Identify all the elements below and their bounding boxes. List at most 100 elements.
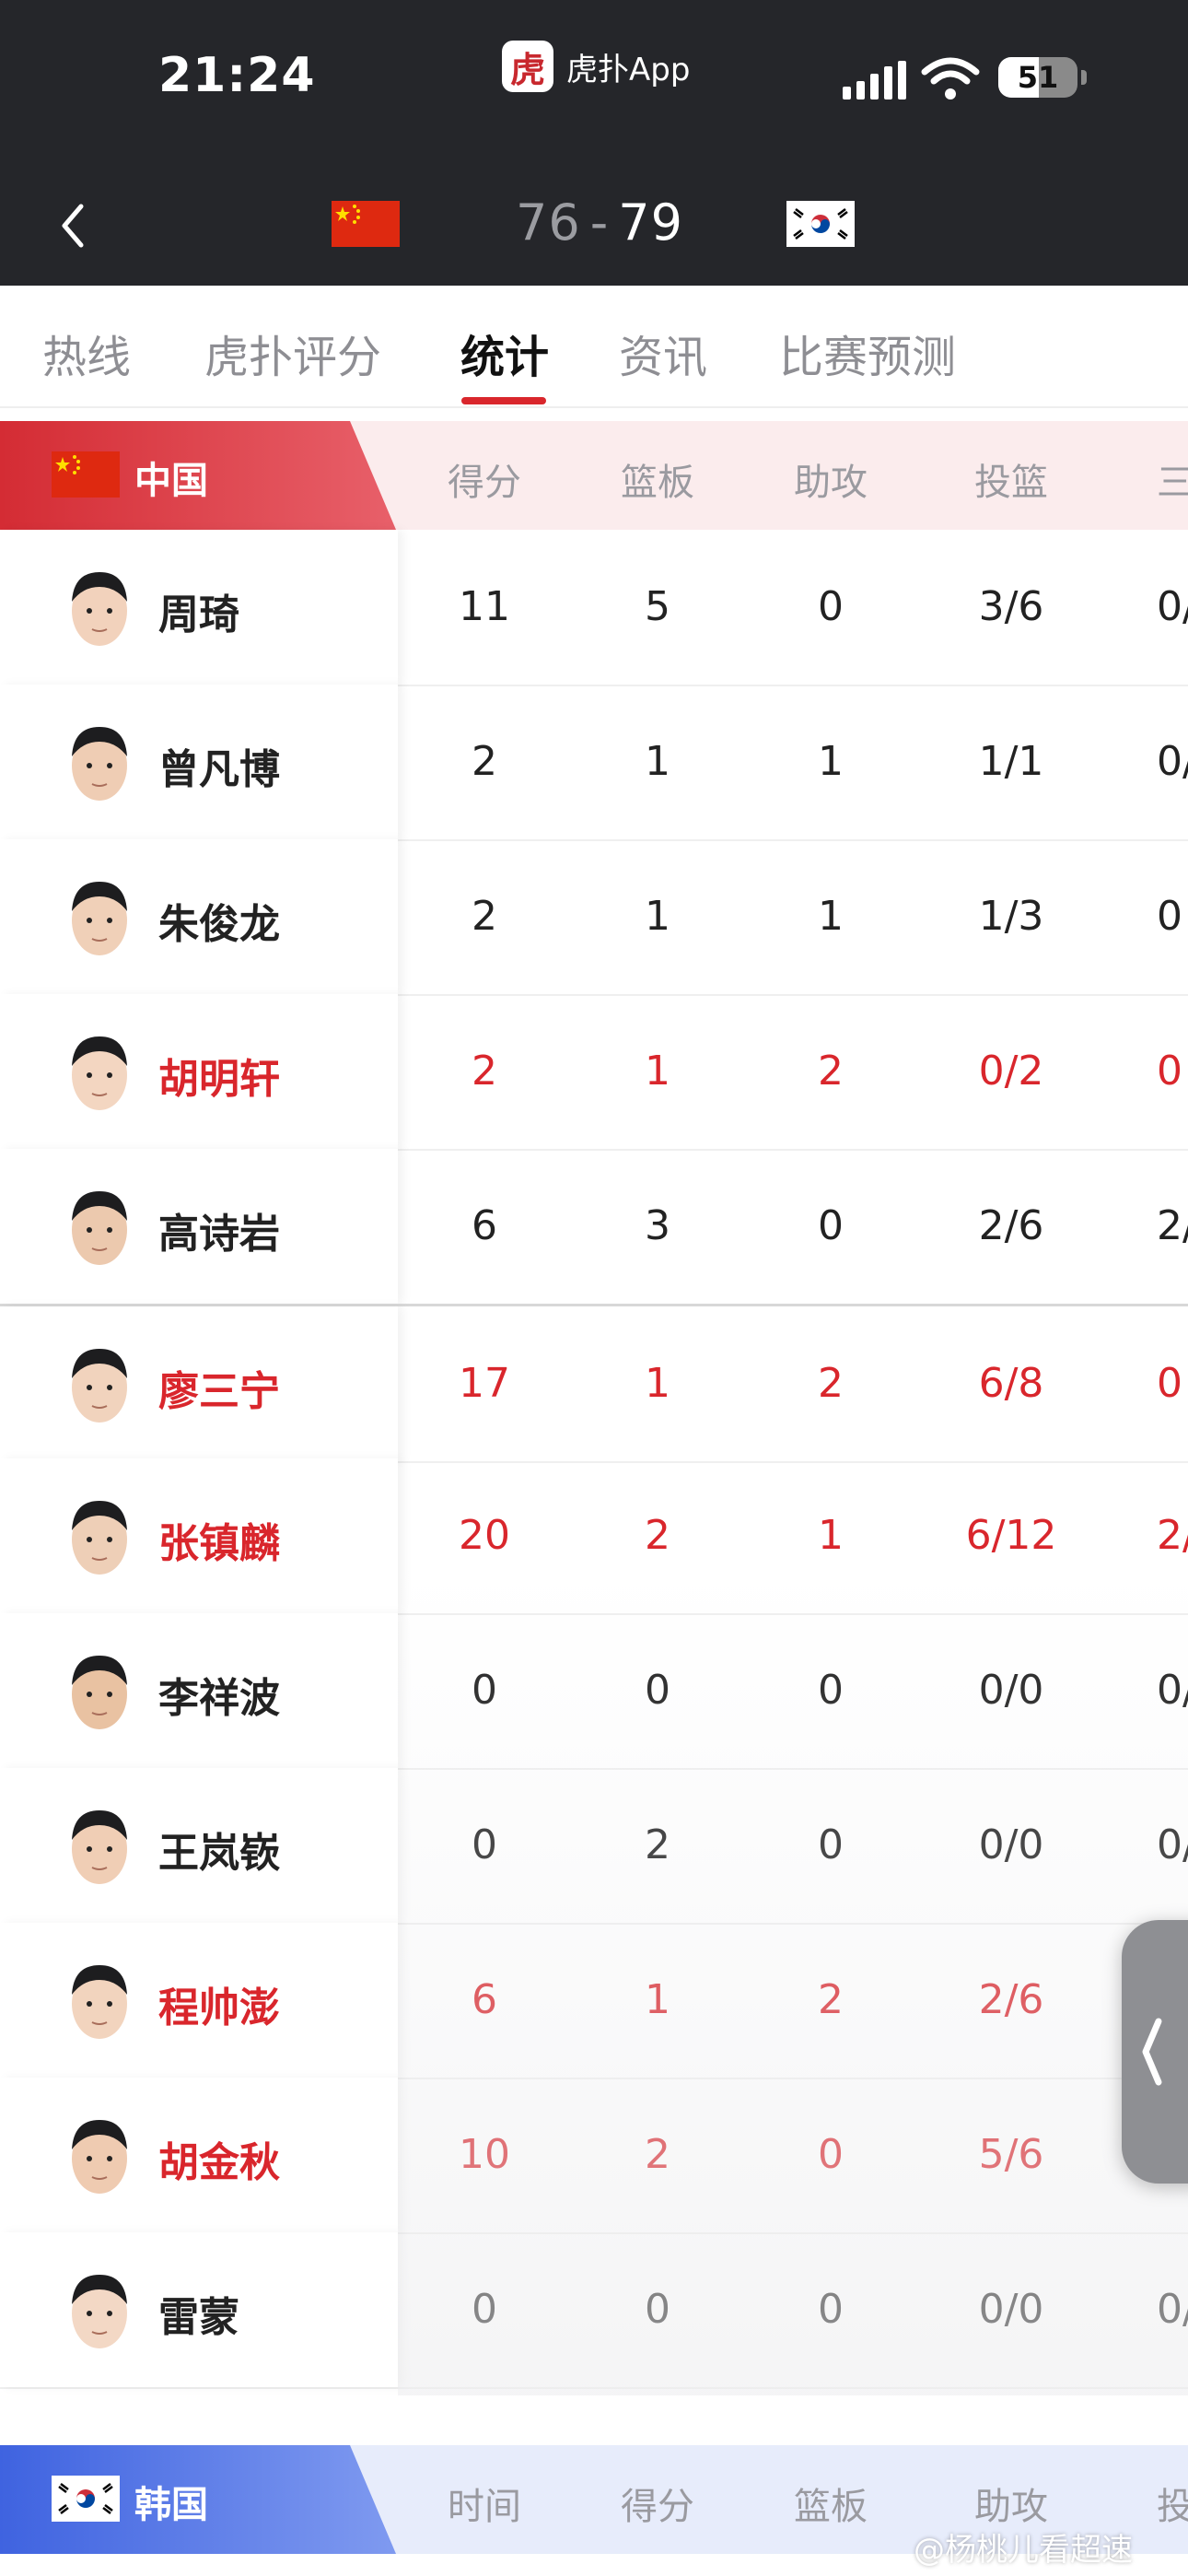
home-score: 76	[516, 193, 581, 252]
stat-rebounds: 1	[645, 893, 670, 940]
stat-points: 6	[472, 1202, 497, 1249]
player-cell[interactable]: 曾凡博	[0, 685, 398, 839]
player-name[interactable]: 雷蒙	[158, 2284, 239, 2343]
stat-three: 0	[1157, 1360, 1182, 1407]
stat-three: 0/	[1157, 583, 1188, 630]
col-three[interactable]: 三	[1157, 452, 1188, 506]
player-row[interactable]: 张镇麟 20 2 1 6/12 2/	[0, 1458, 1188, 1615]
player-row[interactable]: 周琦 11 5 0 3/6 0/	[0, 530, 1188, 686]
stat-assists: 2	[818, 1360, 844, 1407]
weibo-watermark: @杨桃儿看超速	[914, 2532, 1133, 2569]
player-cell[interactable]: 周琦	[0, 530, 398, 685]
tab-news[interactable]: 资讯	[619, 321, 707, 385]
player-row[interactable]: 雷蒙 0 0 0 0/0 0/	[0, 2232, 1188, 2389]
col-rebounds[interactable]: 篮板	[584, 452, 731, 506]
player-name[interactable]: 张镇麟	[158, 1510, 280, 1569]
player-avatar	[72, 2120, 127, 2194]
player-name[interactable]: 王岚嵚	[158, 1820, 280, 1879]
stat-points: 2	[472, 1048, 497, 1095]
player-avatar	[72, 572, 127, 646]
col-rebounds[interactable]: 篮板	[757, 2476, 904, 2530]
player-row[interactable]: 朱俊龙 2 1 1 1/3 0	[0, 839, 1188, 996]
china-flag-icon	[332, 201, 400, 247]
player-name[interactable]: 李祥波	[158, 1665, 280, 1724]
stat-points: 0	[472, 2286, 497, 2333]
player-name[interactable]: 胡金秋	[158, 2129, 280, 2188]
player-name[interactable]: 高诗岩	[158, 1200, 280, 1259]
player-cell[interactable]: 雷蒙	[0, 2232, 398, 2387]
col-minutes[interactable]: 时间	[411, 2476, 558, 2530]
back-chevron-icon[interactable]	[46, 193, 101, 258]
player-name[interactable]: 朱俊龙	[158, 891, 280, 950]
player-cell[interactable]: 廖三宁	[0, 1306, 398, 1461]
stat-points: 20	[459, 1512, 510, 1559]
tab-prediction[interactable]: 比赛预测	[779, 321, 956, 385]
stat-fg: 0/0	[978, 2286, 1044, 2333]
battery-cap	[1081, 70, 1087, 85]
chevron-left-icon	[1142, 2018, 1162, 2086]
stat-points: 0	[472, 1667, 497, 1714]
col-assists[interactable]: 助攻	[757, 452, 904, 506]
player-name[interactable]: 曾凡博	[158, 736, 280, 795]
col-points[interactable]: 得分	[411, 452, 558, 506]
stat-assists: 0	[818, 1202, 844, 1249]
tab-hotline[interactable]: 热线	[42, 321, 131, 385]
player-row[interactable]: 高诗岩 6 3 0 2/6 2/	[0, 1149, 1188, 1306]
stat-points: 2	[472, 893, 497, 940]
col-points[interactable]: 得分	[584, 2476, 731, 2530]
col-fg[interactable]: 投	[1157, 2476, 1188, 2530]
stat-points: 17	[459, 1360, 510, 1407]
player-row[interactable]: 胡金秋 10 2 0 5/6	[0, 2078, 1188, 2234]
player-cell[interactable]: 王岚嵚	[0, 1768, 398, 1923]
stat-three: 0	[1157, 893, 1182, 940]
stat-assists: 1	[818, 738, 844, 785]
player-avatar	[72, 1810, 127, 1884]
player-row[interactable]: 廖三宁 17 1 2 6/8 0	[0, 1304, 1188, 1463]
player-name[interactable]: 胡明轩	[158, 1046, 280, 1105]
stat-three: 0/	[1157, 1667, 1188, 1714]
side-drawer-handle[interactable]	[1122, 1920, 1188, 2184]
player-cell[interactable]: 张镇麟	[0, 1458, 398, 1613]
korea-flag-icon	[52, 2476, 120, 2522]
player-name[interactable]: 廖三宁	[158, 1358, 280, 1417]
stat-assists: 1	[818, 893, 844, 940]
col-fg[interactable]: 投篮	[938, 452, 1085, 506]
player-row[interactable]: 曾凡博 2 1 1 1/1 0/	[0, 685, 1188, 841]
stat-rebounds: 2	[645, 1821, 670, 1868]
tabs-divider	[0, 406, 1188, 408]
tab-hupu-rating[interactable]: 虎扑评分	[204, 321, 381, 385]
stat-fg: 0/0	[978, 1821, 1044, 1868]
player-row[interactable]: 王岚嵚 0 2 0 0/0 0/	[0, 1768, 1188, 1925]
china-team-tag[interactable]: 中国	[0, 421, 396, 530]
signal-icon	[843, 61, 906, 100]
player-cell[interactable]: 胡明轩	[0, 994, 398, 1149]
stat-rebounds: 1	[645, 738, 670, 785]
player-avatar	[72, 727, 127, 801]
app-name: 虎扑App	[566, 51, 691, 88]
stat-fg: 1/3	[978, 893, 1044, 940]
korea-team-tag[interactable]: 韩国	[0, 2445, 396, 2554]
stat-fg: 3/6	[978, 583, 1044, 630]
player-name[interactable]: 周琦	[158, 581, 239, 640]
player-name[interactable]: 程帅澎	[158, 1974, 280, 2033]
player-row[interactable]: 胡明轩 2 1 2 0/2 0	[0, 994, 1188, 1151]
tab-stats[interactable]: 统计	[460, 321, 549, 385]
player-cell[interactable]: 高诗岩	[0, 1149, 398, 1304]
battery-icon: 51	[998, 57, 1077, 98]
stat-fg: 0/0	[978, 1667, 1044, 1714]
stat-rebounds: 0	[645, 2286, 670, 2333]
stat-rebounds: 5	[645, 583, 670, 630]
player-row[interactable]: 程帅澎 6 1 2 2/6	[0, 1923, 1188, 2079]
col-assists[interactable]: 助攻	[938, 2476, 1085, 2530]
player-cell[interactable]: 朱俊龙	[0, 839, 398, 994]
stat-three: 0/	[1157, 1821, 1188, 1868]
player-cell[interactable]: 程帅澎	[0, 1923, 398, 2078]
stat-assists: 0	[818, 1821, 844, 1868]
player-row[interactable]: 李祥波 0 0 0 0/0 0/	[0, 1613, 1188, 1770]
stat-fg: 5/6	[978, 2131, 1044, 2178]
player-cell[interactable]: 李祥波	[0, 1613, 398, 1768]
china-flag-icon	[52, 451, 120, 498]
stat-points: 10	[459, 2131, 510, 2178]
match-score: 76-79	[516, 193, 683, 252]
player-cell[interactable]: 胡金秋	[0, 2078, 398, 2232]
